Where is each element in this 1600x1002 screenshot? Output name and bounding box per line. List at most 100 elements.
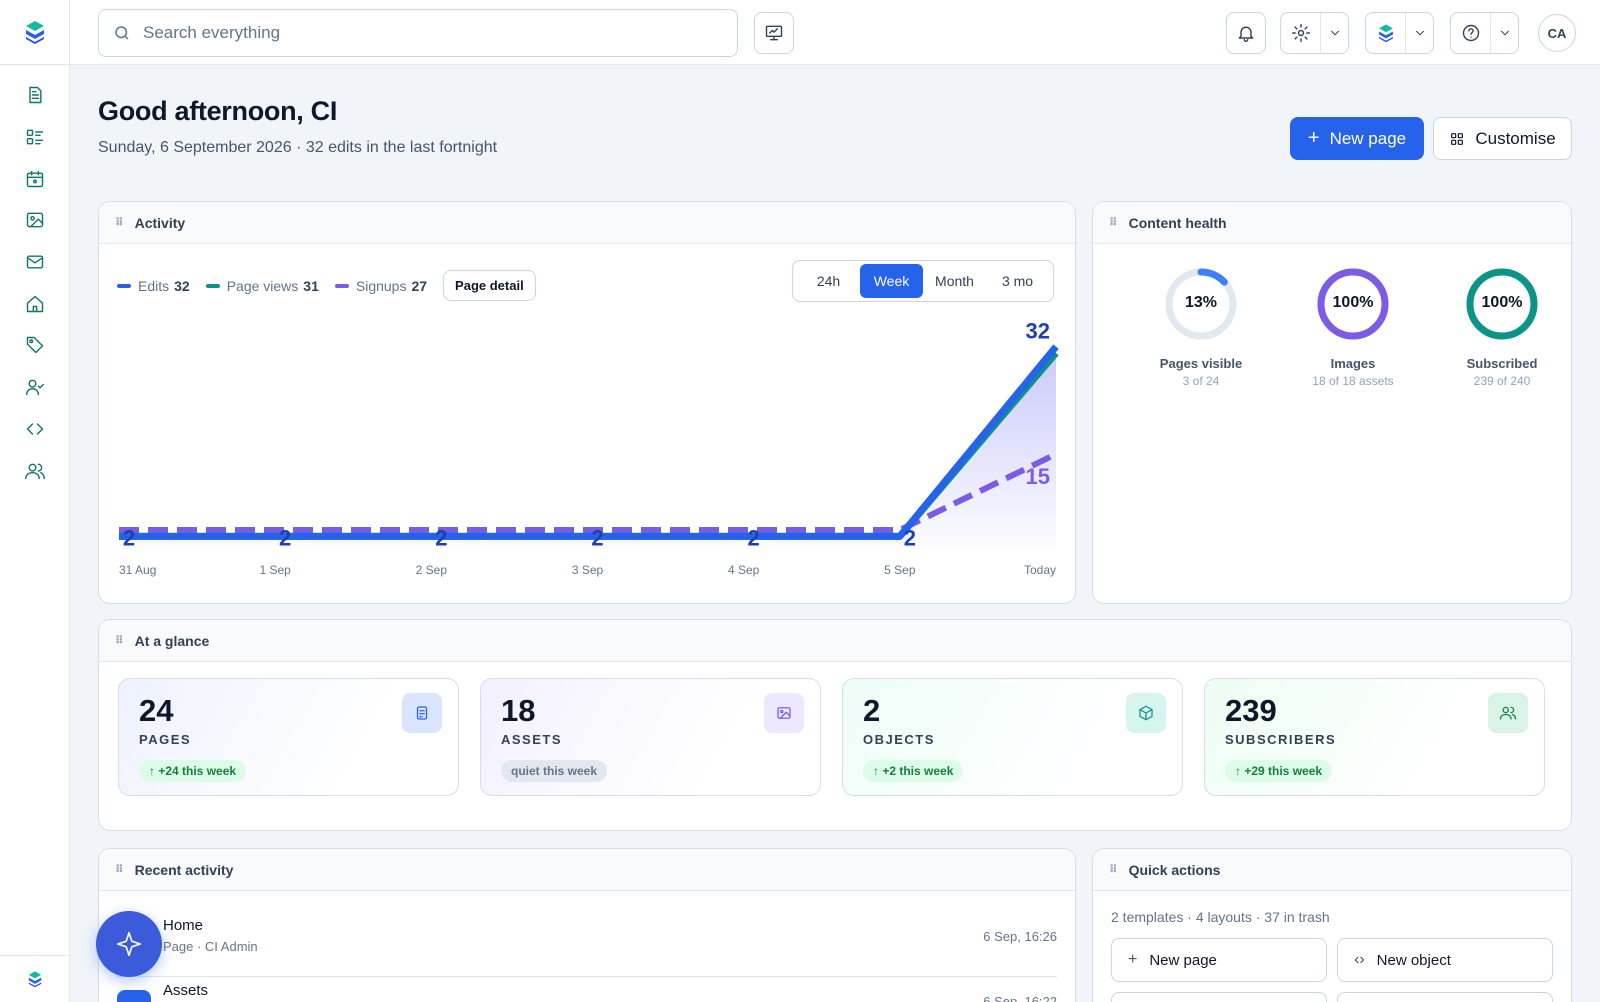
ring-label: Subscribed [1466,356,1538,371]
stat-value: 24 [139,693,174,728]
stat-trend: quiet this week [501,760,608,782]
content-health-title: Content health [1128,214,1227,231]
activity-item-time: 6 Sep, 16:26 [983,929,1057,944]
drag-handle-icon[interactable]: ⠿ [1109,863,1118,876]
activity-row[interactable]: CA Assets 6 Sep, 16:22 [117,982,1057,1002]
data-label: 2 [591,525,603,550]
data-label: 15 [1026,464,1050,489]
sidebar-item-code[interactable] [17,411,53,447]
settings-dropdown[interactable] [1320,13,1348,53]
activity-row[interactable]: Home Page · CI Admin 6 Sep, 16:26 [117,917,1057,977]
recent-activity-header: ⠿ Recent activity [99,849,1075,891]
activity-header: ⠿ Activity [99,202,1075,244]
quick-new-object-button[interactable]: ‹› New object [1337,938,1553,982]
tag-icon [26,336,44,354]
stat-trend: ↑ +24 this week [139,760,247,782]
mail-icon [26,255,44,269]
x-tick-label: 2 Sep [416,563,448,577]
settings-menu[interactable] [1280,12,1349,54]
stat-tile-objects[interactable]: 2 OBJECTS ↑ +2 this week [842,678,1183,796]
quick-action-button[interactable] [1337,992,1553,1002]
ring-label: Images [1330,356,1376,371]
stat-tile-pages[interactable]: 24 PAGES ↑ +24 this week [118,678,459,796]
help-icon [1462,24,1479,42]
sidebar-item-mail[interactable] [17,244,53,280]
stat-tile-assets[interactable]: 18 ASSETS quiet this week [480,678,821,796]
assistant-button[interactable] [96,911,162,977]
presentation-icon [765,25,783,41]
code-icon: ‹› [1354,951,1365,968]
stat-value: 2 [863,693,881,728]
ring-percent: 13% [1184,294,1218,311]
data-label: 2 [279,525,291,550]
grid-icon [1451,132,1464,145]
sidebar-item-members[interactable] [17,453,53,489]
present-button[interactable] [754,12,794,54]
plus-icon: + [1128,951,1138,968]
search-input[interactable] [143,23,723,43]
ring-sub: 18 of 18 assets [1312,374,1394,388]
workspace-dropdown[interactable] [1405,13,1433,53]
user-avatar[interactable]: CA [1538,14,1576,52]
sidebar-item-tags[interactable] [17,327,53,363]
data-label: 2 [748,525,760,550]
pages-icon [402,693,442,733]
stat-caption: PAGES [139,732,192,747]
new-page-button[interactable]: + New page [1290,117,1424,160]
search-box[interactable] [98,9,738,57]
help-button[interactable] [1451,13,1490,53]
notifications-button[interactable] [1226,12,1266,54]
sidebar-item-home[interactable] [17,286,53,322]
workspace-button[interactable] [1366,13,1405,53]
sidebar-item-lists[interactable] [17,119,53,155]
sidebar-item-users-check[interactable] [17,369,53,405]
activity-card: ⠿ Activity Edits 32 Page views 31 Signup… [98,201,1076,604]
x-tick-label: 3 Sep [572,563,604,577]
home-icon [26,295,44,313]
ring-pages-visible: 13% Pages visible 3 of 24 [1126,266,1276,388]
drag-handle-icon[interactable]: ⠿ [115,216,124,229]
sparkle-icon [116,931,142,957]
image-icon [26,212,44,228]
sidebar-item-calendar[interactable] [17,161,53,197]
app-logo[interactable] [0,0,70,65]
drag-handle-icon[interactable]: ⠿ [115,863,124,876]
activity-item-title: Home [163,917,204,934]
customise-button[interactable]: Customise [1433,117,1572,160]
activity-chart: 2 2 2 2 2 2 32 15 31 Aug 1 Sep 2 Sep 3 Sep 4 Sep 5 Se… [119,319,1059,577]
workspace-menu[interactable] [1365,12,1434,54]
bell-icon [1238,26,1254,42]
customise-label: Customise [1475,128,1556,148]
quick-new-page-button[interactable]: + New page [1111,938,1327,982]
stat-tile-subscribers[interactable]: 239 SUBSCRIBERS ↑ +29 this week [1204,678,1545,796]
sidebar-item-pages[interactable] [17,77,53,113]
logo-icon [1378,24,1393,43]
stat-value: 239 [1225,693,1277,728]
logo-icon [28,971,42,988]
quick-new-page-label: New page [1149,951,1217,969]
activity-item-title: Assets [163,982,209,999]
activity-item-time: 6 Sep, 16:22 [983,994,1057,1002]
quick-actions-title: Quick actions [1128,861,1221,878]
quick-actions-summary: 2 templates · 4 layouts · 37 in trash [1111,909,1330,925]
data-label: 2 [123,525,135,550]
chevron-down-icon [1330,30,1339,36]
sidebar-item-assets[interactable] [17,202,53,238]
ring-label: Pages visible [1159,356,1243,371]
quick-action-button[interactable] [1111,992,1327,1002]
series-line-page-views [119,350,1059,540]
sidebar-footer-logo[interactable] [0,955,70,1002]
ring-images: 100% Images 18 of 18 assets [1278,266,1428,388]
drag-handle-icon[interactable]: ⠿ [1109,216,1118,229]
drag-handle-icon[interactable]: ⠿ [115,634,124,647]
settings-button[interactable] [1281,13,1320,53]
stat-trend: ↑ +2 this week [863,760,964,782]
stat-caption: ASSETS [501,732,563,747]
chevron-down-icon [1500,30,1509,36]
x-tick-label: 5 Sep [884,563,916,577]
help-menu[interactable] [1450,12,1519,54]
code-icon [26,423,44,435]
help-dropdown[interactable] [1490,13,1518,53]
recent-activity-card: ⠿ Recent activity Home Page · CI Admin 6… [98,848,1076,1002]
list-icon [26,129,44,145]
